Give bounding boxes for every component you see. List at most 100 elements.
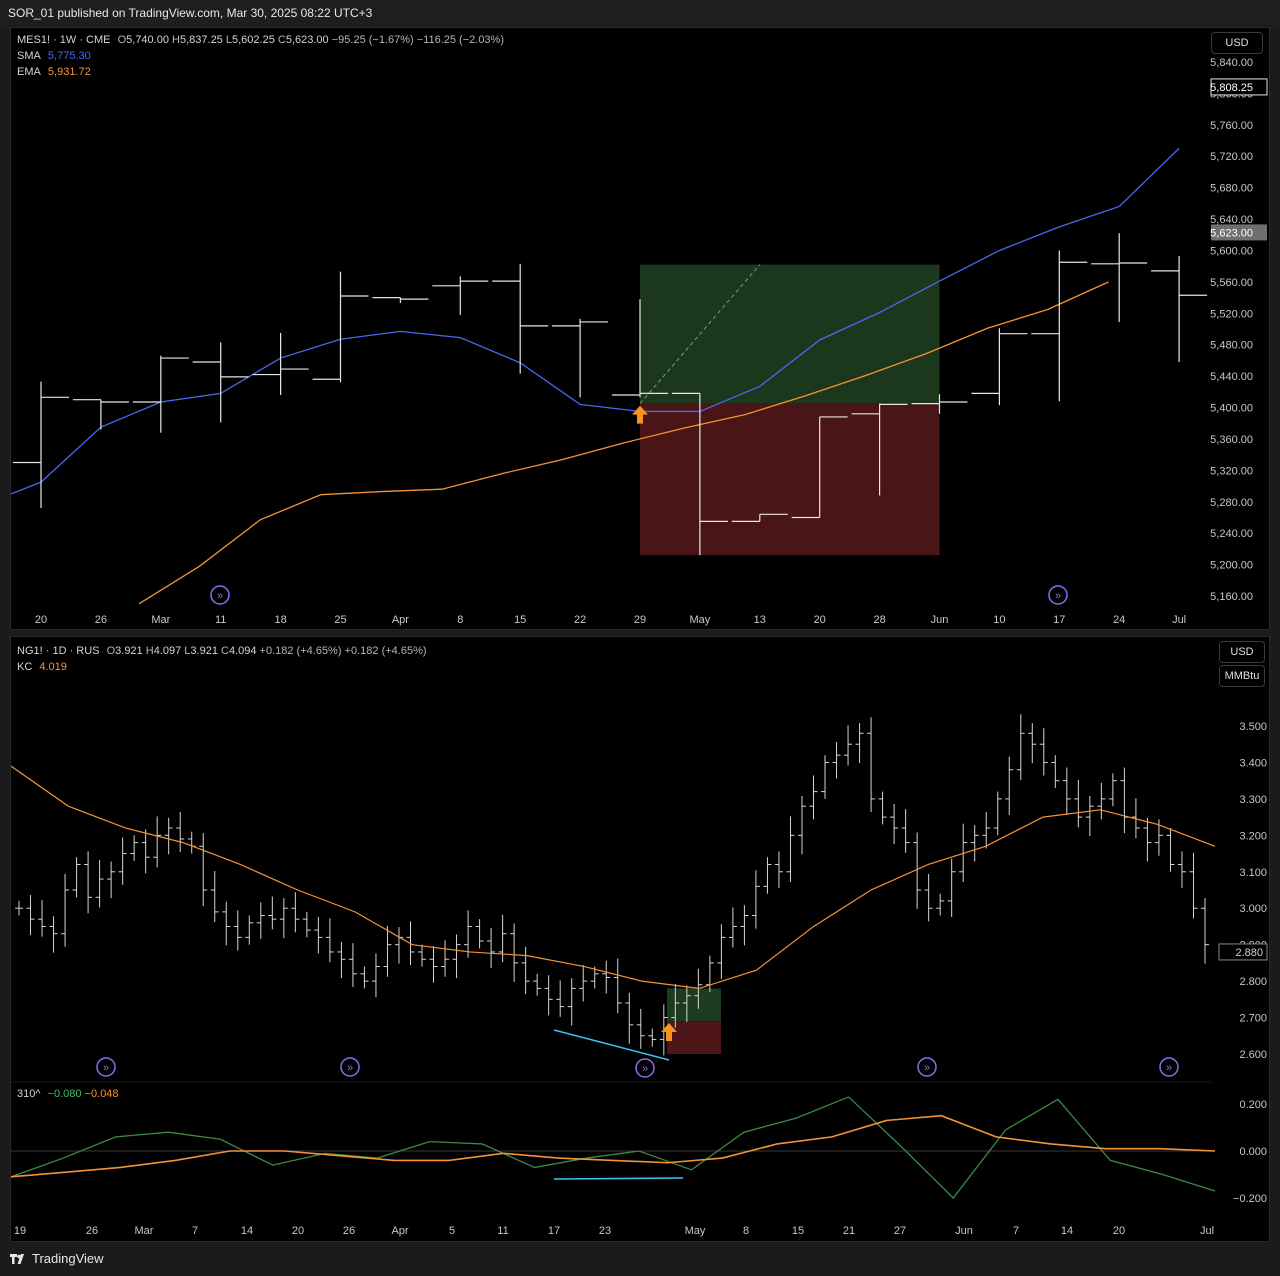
- tradingview-brand[interactable]: TradingView: [32, 1244, 104, 1274]
- current-price-badge-text: 5,623.00: [1210, 227, 1253, 239]
- loss-zone: [640, 403, 940, 556]
- osc-slow-line: [11, 1114, 1216, 1178]
- y-axis-tick: 5,480.00: [1210, 340, 1253, 352]
- sma-value: 5,775.30: [47, 50, 91, 62]
- currency-button[interactable]: USD: [1211, 32, 1263, 54]
- ng-event-marker-glyph: »: [347, 1062, 353, 1074]
- x-axis-tick: 15: [514, 614, 526, 626]
- ng-x-axis-tick: Mar: [135, 1225, 154, 1237]
- ng-y-axis-tick: 2.700: [1239, 1013, 1267, 1025]
- osc-label[interactable]: 310^: [17, 1088, 41, 1100]
- mes-legend: MES1! · 1W · CME O5,740.00 H5,837.25 L5,…: [17, 34, 504, 78]
- y-axis-tick: 5,160.00: [1210, 591, 1253, 603]
- ng-x-axis-tick: 7: [1013, 1225, 1019, 1237]
- x-axis-tick: 22: [574, 614, 586, 626]
- mes-chart-panel[interactable]: 5,840.005,800.005,760.005,720.005,680.00…: [10, 27, 1270, 630]
- y-axis-tick: 5,320.00: [1210, 465, 1253, 477]
- ng-y-axis-tick: 3.500: [1239, 721, 1267, 733]
- osc-y-axis-tick: 0.200: [1239, 1099, 1267, 1111]
- x-axis-tick: 8: [457, 614, 463, 626]
- x-axis-tick: Jul: [1172, 614, 1186, 626]
- osc-value-fast: −0.080: [47, 1088, 82, 1100]
- published-text: SOR_01 published on TradingView.com, Mar…: [8, 6, 373, 20]
- osc-legend: 310^ −0.080 −0.048: [17, 1086, 119, 1102]
- ng-x-axis-tick: 11: [497, 1225, 508, 1237]
- ema-line: [138, 281, 1109, 605]
- ng-legend: NG1! · 1D · RUS O3.921 H4.097 L3.921 C4.…: [17, 645, 427, 673]
- ng-x-axis-tick: Jun: [955, 1225, 973, 1237]
- ng-high: 4.097: [153, 645, 182, 657]
- ng-x-axis-tick: 14: [241, 1225, 253, 1237]
- x-axis-tick: Apr: [392, 614, 409, 626]
- ng-x-axis-tick: 19: [14, 1225, 26, 1237]
- ema-label[interactable]: EMA: [17, 66, 41, 78]
- y-axis-tick: 5,720.00: [1210, 151, 1253, 163]
- high-price-badge-text: 5,808.25: [1210, 82, 1253, 94]
- profit-zone: [640, 264, 940, 404]
- footer: TradingView: [0, 1244, 1280, 1276]
- ng-chart-panel[interactable]: 3.5003.4003.3003.2003.1003.0002.9002.800…: [10, 636, 1270, 1242]
- y-axis-tick: 5,240.00: [1210, 528, 1253, 540]
- ng-unit-button[interactable]: MMBtu: [1219, 665, 1265, 687]
- ng-close: 4.094: [228, 645, 257, 657]
- y-axis-tick: 5,560.00: [1210, 277, 1253, 289]
- kc-label[interactable]: KC: [17, 661, 32, 673]
- x-axis-tick: 25: [334, 614, 346, 626]
- x-axis-tick: 10: [993, 614, 1005, 626]
- ng-symbol[interactable]: NG1! · 1D · RUS: [17, 645, 100, 657]
- mes-symbol[interactable]: MES1! · 1W · CME: [17, 34, 111, 46]
- mes-high: 5,837.25: [179, 34, 223, 46]
- ng-x-axis-tick: Jul: [1200, 1225, 1214, 1237]
- price-divergence-line: [553, 1029, 670, 1061]
- ng-y-axis-tick: 2.800: [1239, 976, 1267, 988]
- x-axis-tick: Mar: [151, 614, 170, 626]
- ng-event-marker-glyph: »: [103, 1062, 109, 1074]
- ng-y-axis-tick: 3.300: [1239, 794, 1267, 806]
- x-axis-tick: 11: [215, 614, 226, 626]
- ng-currency-button[interactable]: USD: [1219, 641, 1265, 663]
- mes-low: 5,602.25: [232, 34, 275, 46]
- kc-value: 4.019: [39, 661, 67, 673]
- ng-y-axis-tick: 3.200: [1239, 830, 1267, 842]
- ng-y-axis-tick: 3.100: [1239, 867, 1267, 879]
- ng-current-price-badge-text: 2.880: [1235, 947, 1263, 959]
- ng-x-axis-tick: 14: [1061, 1225, 1073, 1237]
- mes-close: 5,623.00: [285, 34, 329, 46]
- y-axis-tick: 5,520.00: [1210, 308, 1253, 320]
- ng-y-axis-tick: 2.600: [1239, 1049, 1267, 1061]
- osc-value-slow: −0.048: [84, 1088, 119, 1100]
- ng-event-marker-glyph: »: [924, 1062, 930, 1074]
- x-axis-tick: 28: [873, 614, 885, 626]
- y-axis-tick: 5,200.00: [1210, 560, 1253, 572]
- published-banner: SOR_01 published on TradingView.com, Mar…: [0, 0, 1280, 26]
- ema-value: 5,931.72: [47, 66, 91, 78]
- ng-chart-svg[interactable]: 3.5003.4003.3003.2003.1003.0002.9002.800…: [11, 637, 1269, 1241]
- mes-chart-svg[interactable]: 5,840.005,800.005,760.005,720.005,680.00…: [11, 28, 1269, 629]
- x-axis-tick: 20: [814, 614, 826, 626]
- x-axis-tick: 29: [634, 614, 646, 626]
- ng-low: 3.921: [190, 645, 218, 657]
- ng-x-axis-tick: 7: [192, 1225, 198, 1237]
- osc-y-axis-tick: −0.200: [1233, 1193, 1267, 1205]
- mes-change-2: −116.25 (−2.03%): [416, 34, 504, 46]
- ng-y-axis-tick: 3.000: [1239, 903, 1267, 915]
- mes-open: 5,740.00: [126, 34, 169, 46]
- y-axis-tick: 5,280.00: [1210, 497, 1253, 509]
- ng-x-axis-tick: 5: [449, 1225, 455, 1237]
- mes-change: −95.25 (−1.67%): [331, 34, 414, 46]
- y-axis-tick: 5,640.00: [1210, 214, 1253, 226]
- sma-label[interactable]: SMA: [17, 50, 41, 62]
- ng-change-2: +0.182 (+4.65%): [344, 645, 427, 657]
- y-axis-tick: 5,680.00: [1210, 183, 1253, 195]
- ng-x-axis-tick: 17: [548, 1225, 560, 1237]
- y-axis-tick: 5,440.00: [1210, 371, 1253, 383]
- osc-fast-line: [11, 1096, 1216, 1199]
- ng-x-axis-tick: 20: [292, 1225, 304, 1237]
- ng-x-axis-tick: 8: [743, 1225, 749, 1237]
- ng-y-axis-tick: 3.400: [1239, 757, 1267, 769]
- ng-x-axis-tick: 15: [792, 1225, 804, 1237]
- tradingview-logo-icon[interactable]: [10, 1252, 28, 1266]
- ng-x-axis-tick: 26: [86, 1225, 98, 1237]
- sma-line: [11, 147, 1180, 495]
- osc-divergence-line: [553, 1177, 684, 1180]
